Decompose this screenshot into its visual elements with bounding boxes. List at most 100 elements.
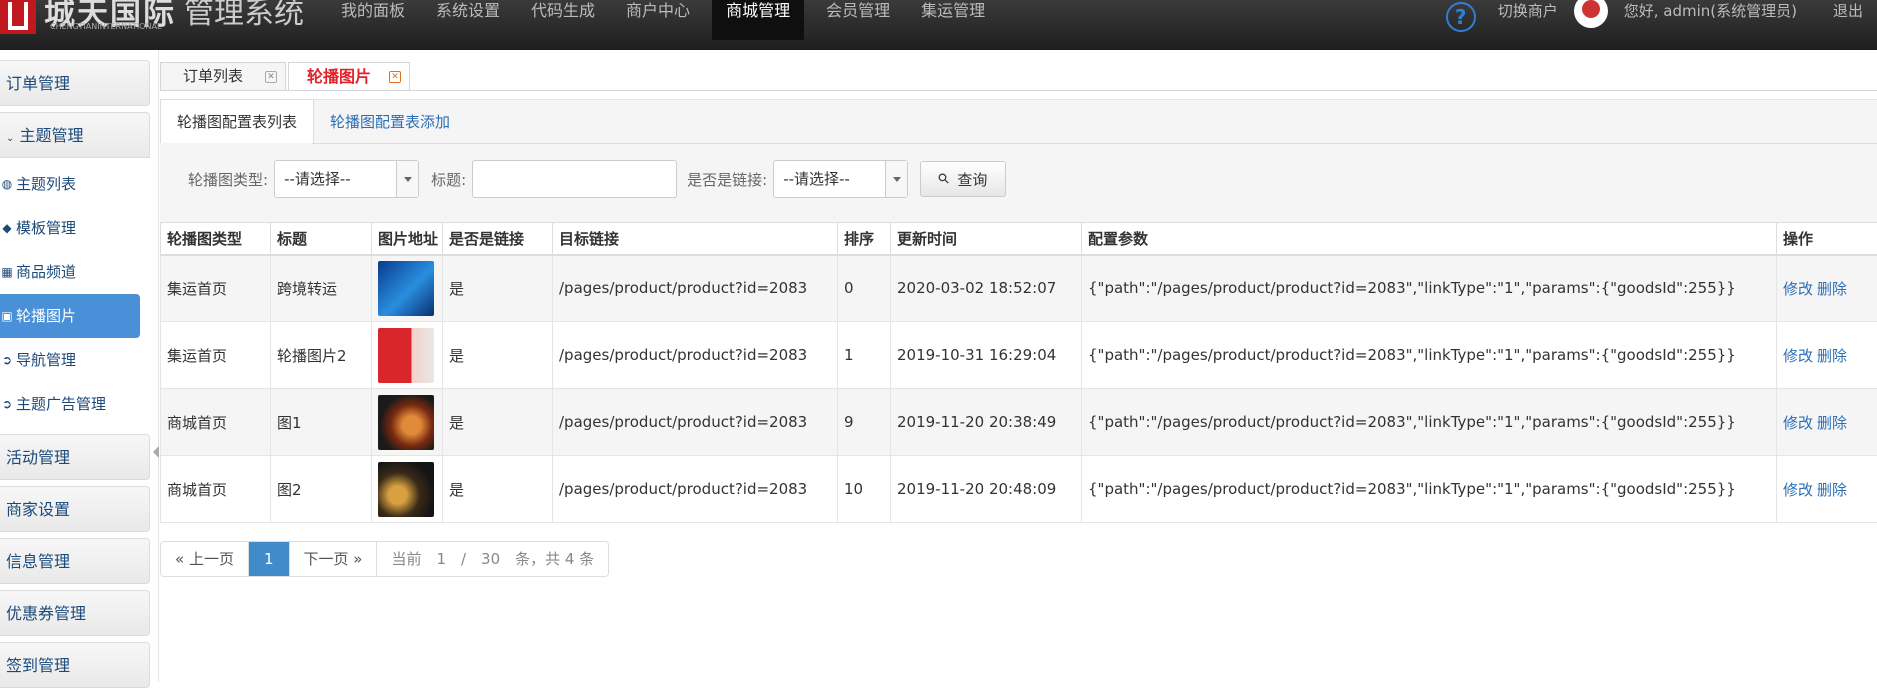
cell-target: /pages/product/product?id=2083 <box>553 456 838 523</box>
cell-is-link: 是 <box>443 322 553 389</box>
col-header-updated[interactable]: 更新时间 <box>891 223 1082 255</box>
tab-divider <box>160 90 1877 91</box>
col-header-type[interactable]: 轮播图类型 <box>161 223 271 255</box>
thumbnail-image[interactable] <box>378 395 434 450</box>
sidebar-item-theme-ads[interactable]: ➲ 主题广告管理 <box>0 382 150 426</box>
sidebar-group-orders[interactable]: 订单管理 <box>0 60 150 106</box>
user-greeting[interactable]: 您好, admin(系统管理员) <box>1624 0 1797 22</box>
sidebar-item-navigation[interactable]: ➲ 导航管理 <box>0 338 150 382</box>
cell-actions: 修改删除 <box>1777 456 1877 523</box>
title-input[interactable] <box>472 160 677 198</box>
sidebar-group-activity[interactable]: 活动管理 <box>0 434 150 480</box>
avatar[interactable] <box>1574 0 1608 28</box>
sidebar-item-carousel[interactable]: ▣ 轮播图片 <box>0 294 140 338</box>
is-link-label: 是否是链接: <box>687 169 767 190</box>
logout-link[interactable]: 退出 <box>1833 0 1863 22</box>
cell-actions: 修改删除 <box>1777 255 1877 322</box>
col-header-target[interactable]: 目标链接 <box>553 223 838 255</box>
nav-item-code-gen[interactable]: 代码生成 <box>522 0 604 40</box>
nav-item-dashboard[interactable]: 我的面板 <box>332 0 414 40</box>
sidebar-collapse-icon[interactable] <box>153 446 159 458</box>
edit-link[interactable]: 修改 <box>1783 481 1813 499</box>
sidebar-group-coupon[interactable]: 优惠券管理 <box>0 590 150 636</box>
cell-type: 商城首页 <box>161 456 271 523</box>
delete-link[interactable]: 删除 <box>1817 280 1847 298</box>
tab-carousel-images[interactable]: 轮播图片 ✕ <box>288 62 410 90</box>
sidebar-item-label: 主题广告管理 <box>16 382 106 426</box>
cell-actions: 修改删除 <box>1777 322 1877 389</box>
sidebar-group-checkin[interactable]: 签到管理 <box>0 642 150 688</box>
nav-item-member-management[interactable]: 会员管理 <box>817 0 899 40</box>
next-page-button[interactable]: 下一页 » <box>290 542 378 576</box>
col-header-image[interactable]: 图片地址 <box>372 223 443 255</box>
cell-is-link: 是 <box>443 255 553 322</box>
cell-sort: 1 <box>838 322 891 389</box>
cell-updated: 2020-03-02 18:52:07 <box>891 255 1082 322</box>
query-button-label: 查询 <box>957 169 987 190</box>
edit-link[interactable]: 修改 <box>1783 280 1813 298</box>
thumbnail-image[interactable] <box>378 328 434 383</box>
tab-carousel-list[interactable]: 轮播图配置表列表 <box>160 99 314 143</box>
col-header-actions: 操作 <box>1777 223 1877 255</box>
sidebar-item-theme-list[interactable]: ◍ 主题列表 <box>0 162 150 206</box>
cell-params: {"path":"/pages/product/product?id=2083"… <box>1082 389 1777 456</box>
nav-item-system-settings[interactable]: 系统设置 <box>427 0 509 40</box>
delete-link[interactable]: 删除 <box>1817 414 1847 432</box>
top-right-area: ? 切换商户 您好, admin(系统管理员) 退出 <box>1446 0 1877 40</box>
col-header-is-link[interactable]: 是否是链接 <box>443 223 553 255</box>
cell-target: /pages/product/product?id=2083 <box>553 255 838 322</box>
thumbnail-image[interactable] <box>378 261 434 316</box>
thumbnail-image[interactable] <box>378 462 434 517</box>
nav-item-mall-management[interactable]: 商城管理 <box>712 0 804 40</box>
cell-updated: 2019-11-20 20:38:49 <box>891 389 1082 456</box>
current-page-button[interactable]: 1 <box>249 542 290 576</box>
close-icon[interactable]: ✕ <box>389 71 401 83</box>
close-icon[interactable]: ✕ <box>265 71 277 83</box>
chevron-down-icon[interactable] <box>885 161 907 197</box>
sidebar-submenu-theme: ◍ 主题列表 ◆ 模板管理 ▦ 商品频道 ▣ 轮播图片 ➲ 导航管理 ➲ 主题广… <box>0 158 150 434</box>
chevron-down-icon[interactable] <box>396 161 418 197</box>
tab-order-list[interactable]: 订单列表 ✕ <box>160 62 286 90</box>
delete-link[interactable]: 删除 <box>1817 347 1847 365</box>
table-row[interactable]: 商城首页 图2 是 /pages/product/product?id=2083… <box>161 456 1877 523</box>
sidebar-item-label: 导航管理 <box>16 338 76 382</box>
nav-item-shipping-management[interactable]: 集运管理 <box>912 0 994 40</box>
sidebar-group-merchant-settings[interactable]: 商家设置 <box>0 486 150 532</box>
cell-actions: 修改删除 <box>1777 389 1877 456</box>
cell-title: 轮播图片2 <box>271 322 372 389</box>
sidebar-item-template[interactable]: ◆ 模板管理 <box>0 206 150 250</box>
cell-is-link: 是 <box>443 456 553 523</box>
table-row[interactable]: 商城首页 图1 是 /pages/product/product?id=2083… <box>161 389 1877 456</box>
table-row[interactable]: 集运首页 跨境转运 是 /pages/product/product?id=20… <box>161 255 1877 322</box>
nav-item-merchant-center[interactable]: 商户中心 <box>617 0 699 40</box>
main-nav: 我的面板 系统设置 代码生成 商户中心 商城管理 会员管理 集运管理 <box>332 0 1007 40</box>
type-select[interactable]: --请选择-- <box>274 160 419 198</box>
sidebar-group-theme[interactable]: ⌄ 主题管理 <box>0 112 150 158</box>
col-header-title[interactable]: 标题 <box>271 223 372 255</box>
query-button[interactable]: ⚲ 查询 <box>920 161 1006 197</box>
cell-params: {"path":"/pages/product/product?id=2083"… <box>1082 456 1777 523</box>
switch-merchant-link[interactable]: 切换商户 <box>1498 0 1558 22</box>
help-icon[interactable]: ? <box>1446 2 1476 32</box>
cell-image <box>372 389 443 456</box>
is-link-select-value: --请选择-- <box>783 170 850 188</box>
tab-carousel-add[interactable]: 轮播图配置表添加 <box>314 100 466 144</box>
col-header-params[interactable]: 配置参数 <box>1082 223 1777 255</box>
cell-params: {"path":"/pages/product/product?id=2083"… <box>1082 322 1777 389</box>
sidebar: 订单管理 ⌄ 主题管理 ◍ 主题列表 ◆ 模板管理 ▦ 商品频道 ▣ 轮播图片 … <box>0 60 152 694</box>
delete-link[interactable]: 删除 <box>1817 481 1847 499</box>
sidebar-item-label: 主题列表 <box>16 162 76 206</box>
cell-title: 图2 <box>271 456 372 523</box>
edit-link[interactable]: 修改 <box>1783 414 1813 432</box>
brand-logo: 城天国际 CHENGTIANINTERNATIONAL 管理系统 <box>0 0 304 34</box>
cell-updated: 2019-10-31 16:29:04 <box>891 322 1082 389</box>
grid-icon: ▦ <box>0 250 14 294</box>
sidebar-group-info[interactable]: 信息管理 <box>0 538 150 584</box>
cell-type: 集运首页 <box>161 322 271 389</box>
prev-page-button[interactable]: « 上一页 <box>161 542 249 576</box>
col-header-sort[interactable]: 排序 <box>838 223 891 255</box>
edit-link[interactable]: 修改 <box>1783 347 1813 365</box>
is-link-select[interactable]: --请选择-- <box>773 160 908 198</box>
table-row[interactable]: 集运首页 轮播图片2 是 /pages/product/product?id=2… <box>161 322 1877 389</box>
sidebar-item-product-channel[interactable]: ▦ 商品频道 <box>0 250 150 294</box>
